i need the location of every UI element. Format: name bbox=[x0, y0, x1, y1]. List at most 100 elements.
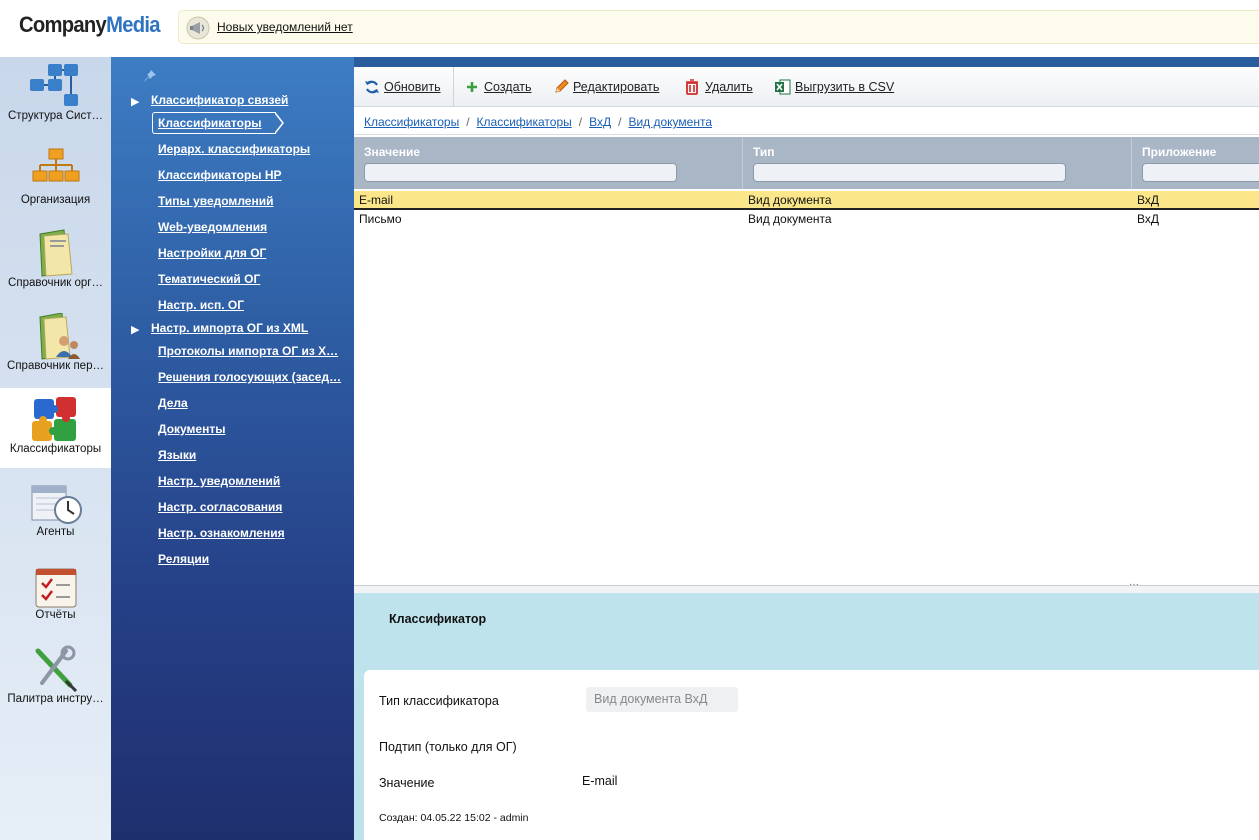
checklist-icon bbox=[35, 568, 77, 608]
field-value: E-mail bbox=[582, 774, 618, 788]
logo-text-media: Media bbox=[106, 12, 160, 37]
breadcrumb: Классификаторы / Классификаторы / ВхД / Вид до… bbox=[364, 115, 712, 129]
megaphone-icon bbox=[186, 16, 210, 40]
cell-type: Вид документа bbox=[748, 212, 832, 226]
nav-item-documents[interactable]: Документы bbox=[158, 422, 225, 436]
nav-item-familiarization-settings[interactable]: Настр. ознакомления bbox=[158, 526, 285, 540]
cell-application: ВхД bbox=[1137, 212, 1159, 226]
cell-value: Письмо bbox=[359, 212, 402, 226]
breadcrumb-item[interactable]: Классификаторы bbox=[477, 115, 572, 129]
delete-button[interactable]: Удалить bbox=[705, 80, 753, 94]
nav-item-cases[interactable]: Дела bbox=[158, 396, 188, 410]
nav-item-relations[interactable]: Реляции bbox=[158, 552, 209, 566]
sidebar-item-people-directory[interactable]: Справочник пер… bbox=[0, 311, 111, 391]
breadcrumb-separator: / bbox=[466, 115, 470, 129]
nav-item-link-classifier[interactable]: Классификатор связей bbox=[151, 93, 288, 107]
nav-item-thematic-og[interactable]: Тематический ОГ bbox=[158, 272, 260, 286]
field-label-classifier-type: Тип классификатора bbox=[379, 694, 499, 708]
nav-item-og-exec-settings[interactable]: Настр. исп. ОГ bbox=[158, 298, 244, 312]
pin-icon[interactable] bbox=[143, 69, 157, 83]
table-row[interactable]: E-mail Вид документа ВхД bbox=[354, 191, 1259, 210]
nav-item-notification-settings[interactable]: Настр. уведомлений bbox=[158, 474, 280, 488]
detail-card: Тип классификатора Вид документа ВхД Под… bbox=[364, 670, 1259, 840]
cell-type: Вид документа bbox=[748, 193, 832, 207]
app-header: CompanyMedia Новых уведомлений нет bbox=[0, 0, 1259, 57]
create-button[interactable]: Создать bbox=[484, 80, 532, 94]
nav-item-approval-settings[interactable]: Настр. согласования bbox=[158, 500, 282, 514]
cell-application: ВхД bbox=[1137, 193, 1159, 207]
grid-header: Значение Тип Приложение bbox=[354, 137, 1259, 189]
nav-item-hierarchical-classifiers[interactable]: Иерарх. классификаторы bbox=[158, 142, 310, 156]
clock-calendar-icon bbox=[31, 485, 82, 524]
sidebar-item-label: Отчёты bbox=[35, 609, 76, 621]
export-csv-button[interactable]: Выгрузить в CSV bbox=[795, 80, 894, 94]
field-label-value: Значение bbox=[379, 776, 435, 790]
nav-item-languages[interactable]: Языки bbox=[158, 448, 196, 462]
sidebar-item-classifiers[interactable]: Классификаторы bbox=[0, 395, 111, 475]
sidebar-item-label: Палитра инстру… bbox=[7, 693, 104, 705]
excel-icon bbox=[775, 79, 791, 95]
column-divider[interactable] bbox=[1131, 137, 1132, 189]
nav-item-voting-decisions[interactable]: Решения голосующих (засед… bbox=[158, 370, 341, 384]
filter-input-value[interactable] bbox=[364, 163, 677, 182]
main-content: Обновить Создать Редактировать Удалить В… bbox=[354, 67, 1259, 840]
sidebar-item-organization[interactable]: Организация bbox=[0, 145, 111, 225]
plus-icon bbox=[467, 82, 477, 92]
expand-arrow-icon[interactable]: ▶ bbox=[131, 95, 139, 108]
sidebar-item-label: Классификаторы bbox=[9, 443, 102, 455]
breadcrumb-item[interactable]: Вид документа bbox=[628, 115, 712, 129]
sidebar-item-label: Справочник пер… bbox=[7, 360, 104, 372]
tools-icon bbox=[35, 645, 78, 693]
nav-selected-arrow bbox=[275, 112, 284, 134]
toolbar-separator bbox=[453, 67, 454, 107]
splitter-grip-icon[interactable]: ··· bbox=[1129, 579, 1139, 590]
sidebar-item-structure[interactable]: Структура Сист… bbox=[0, 60, 111, 140]
sidebar-item-tools[interactable]: Палитра инстру… bbox=[0, 643, 111, 723]
nav-item-og-settings[interactable]: Настройки для ОГ bbox=[158, 246, 266, 260]
classifier-type-field[interactable]: Вид документа ВхД bbox=[586, 687, 738, 712]
column-header-type[interactable]: Тип bbox=[753, 145, 775, 159]
detail-panel: Классификатор Тип классификатора Вид док… bbox=[354, 593, 1259, 840]
toolbar: Обновить Создать Редактировать Удалить В… bbox=[354, 67, 1259, 107]
panel-splitter[interactable] bbox=[354, 585, 1259, 593]
nav-item-og-xml-import-settings[interactable]: Настр. импорта ОГ из XML bbox=[151, 321, 308, 335]
created-meta: Создан: 04.05.22 15:02 - admin bbox=[379, 812, 529, 824]
column-header-application[interactable]: Приложение bbox=[1142, 145, 1216, 159]
nav-item-classifiers[interactable]: Классификаторы bbox=[158, 116, 262, 130]
sidebar-item-reports[interactable]: Отчёты bbox=[0, 561, 111, 641]
filter-input-application[interactable] bbox=[1142, 163, 1259, 182]
company-logo[interactable]: CompanyMedia bbox=[19, 12, 161, 38]
folder-people-icon bbox=[39, 313, 80, 360]
cell-value: E-mail bbox=[359, 193, 394, 207]
structure-icon bbox=[30, 64, 78, 106]
field-label-subtype: Подтип (только для ОГ) bbox=[379, 740, 517, 754]
sidebar-item-label: Структура Сист… bbox=[8, 110, 103, 122]
sidebar-item-agents[interactable]: Агенты bbox=[0, 478, 111, 558]
refresh-button[interactable]: Обновить bbox=[384, 80, 441, 94]
breadcrumb-separator: / bbox=[618, 115, 622, 129]
table-row[interactable]: Письмо Вид документа ВхД bbox=[354, 210, 1259, 229]
filter-input-type[interactable] bbox=[753, 163, 1066, 182]
expand-arrow-icon[interactable]: ▶ bbox=[131, 323, 139, 336]
column-divider[interactable] bbox=[742, 137, 743, 189]
notification-text[interactable]: Новых уведомлений нет bbox=[217, 20, 353, 34]
breadcrumb-item[interactable]: Классификаторы bbox=[364, 115, 459, 129]
nav-item-notification-types[interactable]: Типы уведомлений bbox=[158, 194, 273, 208]
breadcrumb-separator: / bbox=[578, 115, 583, 129]
nav-item-og-import-logs[interactable]: Протоколы импорта ОГ из X… bbox=[158, 344, 338, 358]
column-header-value[interactable]: Значение bbox=[364, 145, 420, 159]
org-chart-icon bbox=[32, 148, 80, 182]
puzzle-icon bbox=[32, 397, 76, 441]
logo-text-company: Company bbox=[19, 12, 107, 37]
edit-button[interactable]: Редактировать bbox=[573, 80, 659, 94]
pencil-icon bbox=[555, 79, 569, 93]
notification-bar: Новых уведомлений нет bbox=[178, 10, 1259, 44]
nav-item-web-notifications[interactable]: Web-уведомления bbox=[158, 220, 267, 234]
detail-title: Классификатор bbox=[389, 612, 487, 626]
sidebar-item-org-directory[interactable]: Справочник орг… bbox=[0, 226, 111, 306]
refresh-icon bbox=[365, 80, 379, 94]
breadcrumb-divider bbox=[354, 134, 1259, 135]
nav-item-classifiers-nr[interactable]: Классификаторы НР bbox=[158, 168, 282, 182]
breadcrumb-item[interactable]: ВхД bbox=[589, 115, 611, 129]
sidebar-item-label: Справочник орг… bbox=[8, 277, 103, 289]
